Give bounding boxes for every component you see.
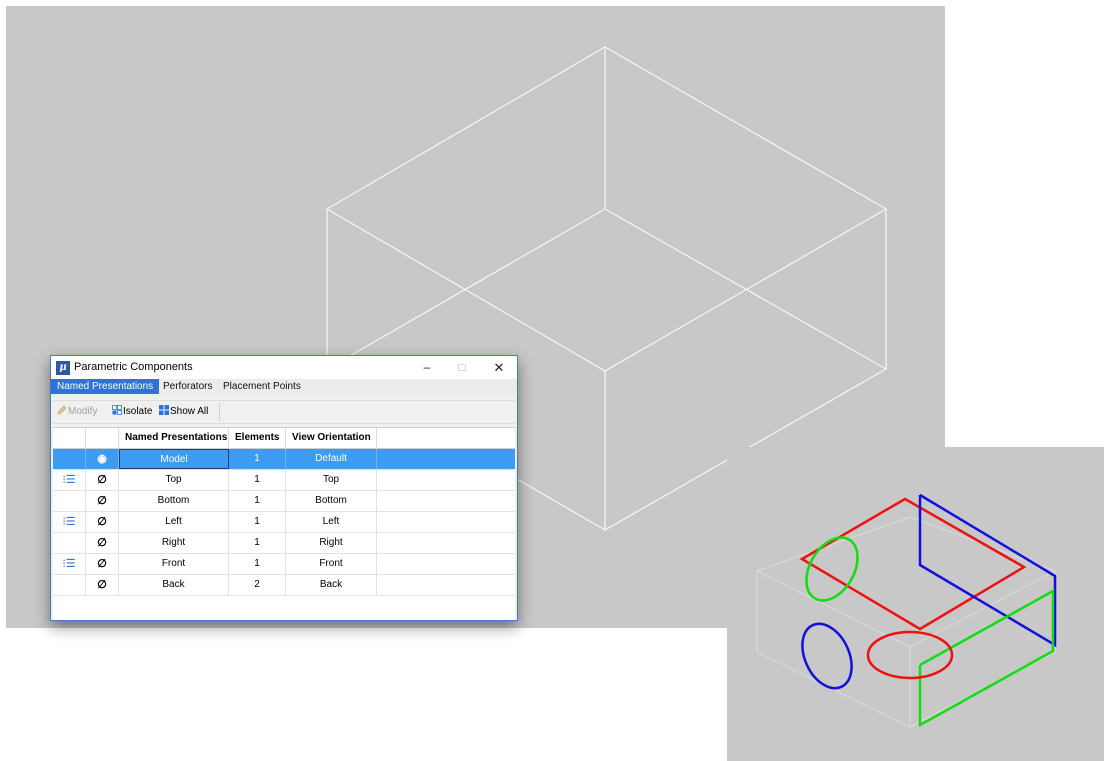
list-icon: ⁝☰	[53, 512, 86, 532]
eye-hidden-icon[interactable]: ∅	[86, 575, 119, 595]
presentation-name[interactable]: Bottom	[119, 491, 229, 511]
inset-viewport[interactable]	[727, 447, 1104, 761]
show-all-label: Show All	[170, 406, 209, 417]
row-flag	[53, 491, 86, 511]
view-orientation: Front	[286, 554, 377, 574]
presentation-preview	[755, 493, 1057, 728]
row-flag	[53, 575, 86, 595]
pencil-icon	[57, 405, 67, 415]
show-all-icon	[159, 405, 169, 415]
title-bar[interactable]: μ Parametric Components – □ ✕	[51, 356, 517, 379]
view-orientation: Back	[286, 575, 377, 595]
presentation-name[interactable]: Front	[119, 554, 229, 574]
eye-hidden-icon[interactable]: ∅	[86, 512, 119, 532]
tab-named-presentations[interactable]: Named Presentations	[51, 379, 160, 394]
eye-hidden-icon[interactable]: ∅	[86, 491, 119, 511]
table-row[interactable]: ∅ Bottom 1 Bottom	[53, 491, 515, 512]
column-header-flag[interactable]	[53, 428, 86, 448]
list-icon: ⁝☰	[53, 470, 86, 490]
view-orientation: Default	[286, 449, 377, 469]
elements-count: 1	[229, 470, 286, 490]
column-header-elements[interactable]: Elements	[229, 428, 286, 448]
minimize-button[interactable]: –	[410, 356, 444, 379]
window-title: Parametric Components	[74, 361, 193, 373]
view-orientation: Top	[286, 470, 377, 490]
row-flag	[53, 449, 86, 469]
modify-label: Modify	[68, 406, 98, 417]
presentations-table: Named Presentations Elements View Orient…	[53, 427, 515, 620]
table-row[interactable]: ⁝☰ ∅ Top 1 Top	[53, 470, 515, 491]
elements-count: 1	[229, 554, 286, 574]
column-header-visibility[interactable]	[86, 428, 119, 448]
list-icon: ⁝☰	[53, 554, 86, 574]
view-orientation: Bottom	[286, 491, 377, 511]
tab-placement-points[interactable]: Placement Points	[217, 379, 307, 394]
show-all-button[interactable]: Show All	[159, 404, 208, 420]
presentation-name[interactable]: Right	[119, 533, 229, 553]
row-flag	[53, 533, 86, 553]
eye-hidden-icon[interactable]: ∅	[86, 554, 119, 574]
table-row[interactable]: ⁝☰ ∅ Left 1 Left	[53, 512, 515, 533]
presentation-name[interactable]: Model	[119, 449, 229, 469]
presentation-name[interactable]: Left	[119, 512, 229, 532]
table-row[interactable]: ∅ Right 1 Right	[53, 533, 515, 554]
tab-bar: Named Presentations Perforators Placemen…	[51, 379, 517, 394]
toolbar: Modify Isolate Show All	[53, 400, 515, 424]
elements-count: 1	[229, 533, 286, 553]
presentation-name[interactable]: Back	[119, 575, 229, 595]
table-header: Named Presentations Elements View Orient…	[53, 428, 515, 449]
close-button[interactable]: ✕	[482, 356, 516, 379]
elements-count: 1	[229, 512, 286, 532]
elements-count: 1	[229, 491, 286, 511]
presentation-name[interactable]: Top	[119, 470, 229, 490]
table-row[interactable]: ⁝☰ ∅ Front 1 Front	[53, 554, 515, 575]
column-header-view-orientation[interactable]: View Orientation	[286, 428, 377, 448]
isolate-label: Isolate	[123, 406, 153, 417]
toolbar-separator	[219, 403, 220, 421]
elements-count: 1	[229, 449, 286, 469]
view-orientation: Left	[286, 512, 377, 532]
parametric-components-window: μ Parametric Components – □ ✕ Named Pres…	[50, 355, 518, 621]
eye-hidden-icon[interactable]: ∅	[86, 470, 119, 490]
eye-icon[interactable]: ◉	[86, 449, 119, 469]
isolate-button[interactable]: Isolate	[112, 404, 152, 420]
modify-button[interactable]: Modify	[57, 404, 97, 420]
eye-hidden-icon[interactable]: ∅	[86, 533, 119, 553]
elements-count: 2	[229, 575, 286, 595]
column-header-named-presentations[interactable]: Named Presentations	[119, 428, 229, 448]
tab-perforators[interactable]: Perforators	[157, 379, 218, 394]
table-row[interactable]: ◉ Model 1 Default	[53, 449, 515, 470]
maximize-button[interactable]: □	[445, 356, 479, 379]
table-row[interactable]: ∅ Back 2 Back	[53, 575, 515, 596]
microstation-app-icon: μ	[56, 361, 70, 375]
isolate-icon	[112, 405, 122, 415]
view-orientation: Right	[286, 533, 377, 553]
